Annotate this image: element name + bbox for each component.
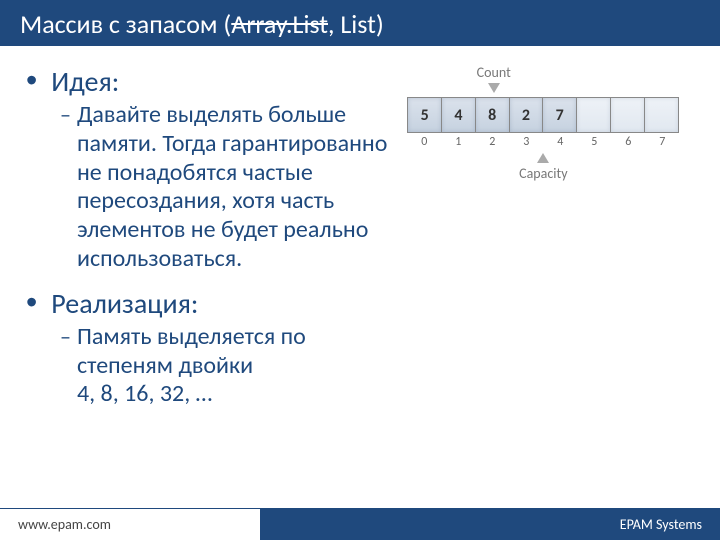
idea-text: Давайте выделять больше памяти. Тогда га…	[77, 101, 393, 274]
arrow-down-icon	[488, 83, 500, 93]
dash-icon: –	[60, 323, 71, 350]
cell	[645, 98, 679, 132]
title-part2: , List)	[328, 8, 384, 40]
index: 6	[611, 135, 645, 149]
index: 2	[475, 135, 509, 149]
cell: 5	[408, 98, 442, 132]
cell: 7	[543, 98, 577, 132]
index-row: 0 1 2 3 4 5 6 7	[407, 135, 679, 149]
cell	[577, 98, 611, 132]
idea-label: Идея:	[51, 64, 119, 99]
title-part1: Массив с запасом (	[20, 8, 231, 40]
impl-line1: Память выделяется по степеням двойки	[77, 322, 306, 380]
capacity-label: Capacity	[407, 165, 679, 182]
index: 1	[441, 135, 475, 149]
index: 4	[543, 135, 577, 149]
cell: 8	[476, 98, 510, 132]
bullet-icon: •	[26, 64, 37, 96]
cells-row: 5 4 8 2 7	[407, 97, 679, 133]
cell	[611, 98, 645, 132]
count-label: Count	[409, 64, 579, 81]
title-strike: Array.List	[231, 8, 328, 40]
index: 0	[407, 135, 441, 149]
impl-label: Реализация:	[51, 286, 198, 321]
slide-title: Массив с запасом (Array.List, List)	[0, 0, 720, 46]
cell: 2	[510, 98, 544, 132]
arrow-up-icon	[537, 153, 549, 163]
arraylist-diagram: Count 5 4 8 2 7 0 1 2 3 4 5 6	[393, 64, 694, 182]
footer-brand: EPAM Systems	[260, 508, 720, 540]
index: 7	[645, 135, 679, 149]
impl-line2: 4, 8, 16, 32, …	[77, 379, 212, 408]
impl-text: Память выделяется по степеням двойки 4, …	[77, 323, 393, 409]
dash-icon: –	[60, 101, 71, 128]
cell: 4	[442, 98, 476, 132]
footer: www.epam.com EPAM Systems	[0, 508, 720, 540]
index: 5	[577, 135, 611, 149]
bullet-icon: •	[26, 286, 37, 318]
footer-url: www.epam.com	[0, 508, 260, 540]
index: 3	[509, 135, 543, 149]
